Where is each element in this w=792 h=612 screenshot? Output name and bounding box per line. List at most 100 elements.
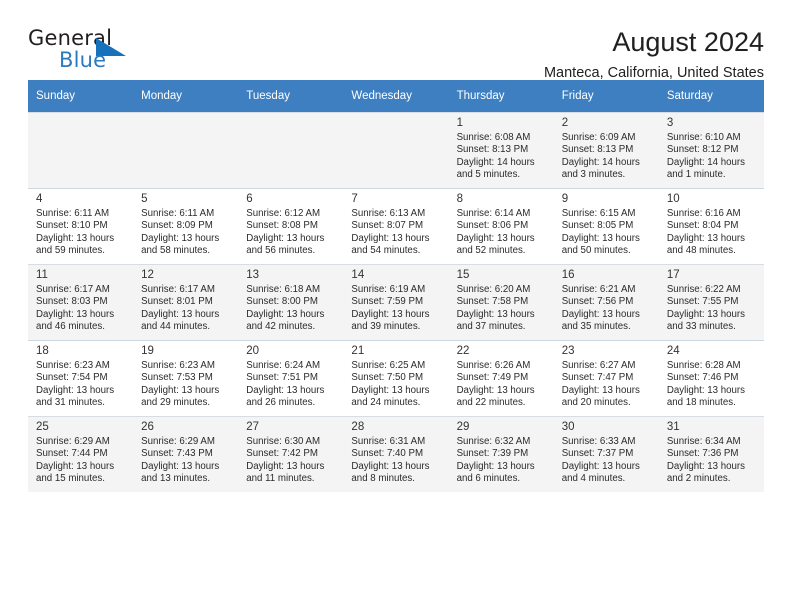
weekday-header-saturday: Saturday bbox=[658, 80, 764, 112]
calendar-day-cell[interactable]: 28 Sunrise: 6:31 AM Sunset: 7:40 PM Dayligh… bbox=[343, 416, 449, 492]
daylight-duration-line2: and 37 minutes. bbox=[456, 321, 526, 333]
day-cell-content: 23 Sunrise: 6:27 AM Sunset: 7:47 PM Dayligh… bbox=[553, 340, 659, 416]
daylight-duration-line1: Daylight: 13 hours bbox=[351, 384, 430, 396]
daylight-duration-line1: Daylight: 13 hours bbox=[456, 308, 535, 320]
sunset-time: Sunset: 8:06 PM bbox=[456, 220, 529, 232]
daylight-duration-line1: Daylight: 13 hours bbox=[561, 460, 640, 472]
calendar-day-cell[interactable]: 27 Sunrise: 6:30 AM Sunset: 7:42 PM Dayligh… bbox=[238, 416, 344, 492]
page-subtitle: Manteca, California, United States bbox=[543, 65, 764, 82]
calendar-day-cell[interactable]: 13 Sunrise: 6:18 AM Sunset: 8:00 PM Dayligh… bbox=[238, 264, 344, 340]
calendar-day-cell[interactable]: 22 Sunrise: 6:26 AM Sunset: 7:49 PM Dayligh… bbox=[448, 340, 554, 416]
calendar-day-cell[interactable]: 9 Sunrise: 6:15 AM Sunset: 8:05 PM Daylight… bbox=[553, 188, 659, 264]
sunrise-time: Sunrise: 6:33 AM bbox=[561, 436, 636, 447]
sunrise-time: Sunrise: 6:09 AM bbox=[561, 132, 636, 143]
daylight-duration-line1: Daylight: 13 hours bbox=[36, 460, 115, 472]
daylight-duration-line1: Daylight: 13 hours bbox=[456, 460, 535, 472]
calendar-day-cell[interactable]: 15 Sunrise: 6:20 AM Sunset: 7:58 PM Dayligh… bbox=[448, 264, 554, 340]
daylight-duration-line1: Daylight: 13 hours bbox=[141, 460, 220, 472]
sunset-time: Sunset: 8:13 PM bbox=[561, 144, 634, 156]
sunrise-time: Sunrise: 6:20 AM bbox=[456, 284, 531, 295]
daylight-duration-line1: Daylight: 13 hours bbox=[666, 232, 745, 244]
sunrise-time: Sunrise: 6:24 AM bbox=[246, 360, 321, 371]
sunrise-time: Sunrise: 6:21 AM bbox=[561, 284, 636, 295]
sunrise-time: Sunrise: 6:13 AM bbox=[351, 208, 426, 219]
daylight-duration-line1: Daylight: 13 hours bbox=[36, 384, 115, 396]
day-number: 21 bbox=[351, 345, 365, 357]
sunrise-time: Sunrise: 6:23 AM bbox=[141, 360, 215, 371]
sunrise-time: Sunrise: 6:11 AM bbox=[141, 208, 215, 219]
calendar-day-cell bbox=[238, 112, 344, 188]
calendar-day-cell[interactable]: 2 Sunrise: 6:09 AM Sunset: 8:13 PM Daylight… bbox=[553, 112, 659, 188]
daylight-duration-line2: and 52 minutes. bbox=[456, 245, 526, 257]
day-number: 28 bbox=[351, 421, 365, 433]
day-details: Sunrise: 6:11 AM Sunset: 8:09 PM Daylight:… bbox=[141, 208, 231, 258]
day-details: Sunrise: 6:17 AM Sunset: 8:01 PM Daylight:… bbox=[141, 284, 231, 334]
calendar-day-cell[interactable]: 5 Sunrise: 6:11 AM Sunset: 8:09 PM Daylight… bbox=[133, 188, 239, 264]
day-number: 8 bbox=[456, 193, 463, 205]
day-details: Sunrise: 6:13 AM Sunset: 8:07 PM Daylight:… bbox=[351, 208, 441, 258]
day-cell-content: 11 Sunrise: 6:17 AM Sunset: 8:03 PM Dayligh… bbox=[28, 264, 134, 340]
calendar-day-cell[interactable]: 19 Sunrise: 6:23 AM Sunset: 7:53 PM Dayligh… bbox=[133, 340, 239, 416]
calendar-day-cell[interactable]: 24 Sunrise: 6:28 AM Sunset: 7:46 PM Dayligh… bbox=[658, 340, 764, 416]
daylight-duration-line2: and 1 minute. bbox=[666, 169, 726, 181]
daylight-duration-line2: and 50 minutes. bbox=[561, 245, 631, 257]
day-cell-content: 18 Sunrise: 6:23 AM Sunset: 7:54 PM Dayligh… bbox=[28, 340, 134, 416]
calendar-day-cell bbox=[343, 112, 449, 188]
calendar-day-cell[interactable]: 23 Sunrise: 6:27 AM Sunset: 7:47 PM Dayligh… bbox=[553, 340, 659, 416]
sunset-time: Sunset: 8:10 PM bbox=[36, 220, 108, 232]
day-cell-content bbox=[343, 112, 449, 188]
calendar-day-cell[interactable]: 25 Sunrise: 6:29 AM Sunset: 7:44 PM Dayligh… bbox=[28, 416, 134, 492]
day-number: 1 bbox=[456, 117, 463, 129]
daylight-duration-line1: Daylight: 13 hours bbox=[246, 384, 325, 396]
calendar-day-cell[interactable]: 8 Sunrise: 6:14 AM Sunset: 8:06 PM Daylight… bbox=[448, 188, 554, 264]
general-blue-logo[interactable]: General Blue bbox=[28, 26, 158, 78]
day-number: 6 bbox=[246, 193, 253, 205]
calendar-day-cell[interactable]: 18 Sunrise: 6:23 AM Sunset: 7:54 PM Dayligh… bbox=[28, 340, 134, 416]
calendar-day-cell[interactable]: 30 Sunrise: 6:33 AM Sunset: 7:37 PM Dayligh… bbox=[553, 416, 659, 492]
calendar-day-cell[interactable]: 17 Sunrise: 6:22 AM Sunset: 7:55 PM Dayligh… bbox=[658, 264, 764, 340]
calendar-day-cell[interactable]: 3 Sunrise: 6:10 AM Sunset: 8:12 PM Daylight… bbox=[658, 112, 764, 188]
day-cell-content bbox=[28, 112, 134, 188]
daylight-duration-line2: and 13 minutes. bbox=[141, 473, 211, 485]
daylight-duration-line2: and 26 minutes. bbox=[246, 397, 316, 409]
sunset-time: Sunset: 7:55 PM bbox=[666, 296, 739, 308]
day-cell-content: 30 Sunrise: 6:33 AM Sunset: 7:37 PM Dayligh… bbox=[553, 416, 659, 492]
day-cell-content: 31 Sunrise: 6:34 AM Sunset: 7:36 PM Dayligh… bbox=[658, 416, 764, 492]
day-details: Sunrise: 6:32 AM Sunset: 7:39 PM Daylight:… bbox=[457, 436, 547, 486]
day-details: Sunrise: 6:08 AM Sunset: 8:13 PM Daylight:… bbox=[457, 132, 547, 182]
calendar-day-cell[interactable]: 4 Sunrise: 6:11 AM Sunset: 8:10 PM Daylight… bbox=[28, 188, 134, 264]
sunrise-time: Sunrise: 6:14 AM bbox=[456, 208, 531, 219]
day-number: 15 bbox=[456, 269, 470, 281]
day-cell-content: 6 Sunrise: 6:12 AM Sunset: 8:08 PM Daylight… bbox=[238, 188, 344, 264]
calendar-day-cell[interactable]: 12 Sunrise: 6:17 AM Sunset: 8:01 PM Dayligh… bbox=[133, 264, 239, 340]
sunset-time: Sunset: 8:04 PM bbox=[666, 220, 739, 232]
daylight-duration-line1: Daylight: 13 hours bbox=[666, 384, 745, 396]
day-number: 26 bbox=[141, 421, 154, 433]
daylight-duration-line2: and 3 minutes. bbox=[561, 169, 626, 181]
day-number: 2 bbox=[561, 117, 569, 129]
calendar-day-cell[interactable]: 1 Sunrise: 6:08 AM Sunset: 8:13 PM Daylight… bbox=[448, 112, 554, 188]
day-details: Sunrise: 6:14 AM Sunset: 8:06 PM Daylight:… bbox=[457, 208, 547, 258]
daylight-duration-line2: and 11 minutes. bbox=[246, 473, 315, 485]
day-cell-content: 4 Sunrise: 6:11 AM Sunset: 8:10 PM Daylight… bbox=[28, 188, 134, 264]
daylight-duration-line1: Daylight: 13 hours bbox=[351, 232, 430, 244]
sunrise-time: Sunrise: 6:29 AM bbox=[36, 436, 110, 447]
calendar-day-cell[interactable]: 7 Sunrise: 6:13 AM Sunset: 8:07 PM Daylight… bbox=[343, 188, 449, 264]
sunset-time: Sunset: 8:08 PM bbox=[246, 220, 318, 232]
calendar-day-cell[interactable]: 16 Sunrise: 6:21 AM Sunset: 7:56 PM Dayligh… bbox=[553, 264, 659, 340]
calendar-day-cell[interactable]: 29 Sunrise: 6:32 AM Sunset: 7:39 PM Dayligh… bbox=[448, 416, 554, 492]
calendar-day-cell[interactable]: 11 Sunrise: 6:17 AM Sunset: 8:03 PM Dayligh… bbox=[28, 264, 134, 340]
calendar-day-cell[interactable]: 10 Sunrise: 6:16 AM Sunset: 8:04 PM Dayligh… bbox=[658, 188, 764, 264]
day-details: Sunrise: 6:10 AM Sunset: 8:12 PM Daylight:… bbox=[667, 132, 757, 182]
daylight-duration-line1: Daylight: 13 hours bbox=[246, 460, 325, 472]
calendar-day-cell[interactable]: 20 Sunrise: 6:24 AM Sunset: 7:51 PM Dayligh… bbox=[238, 340, 344, 416]
calendar-day-cell[interactable]: 31 Sunrise: 6:34 AM Sunset: 7:36 PM Dayligh… bbox=[658, 416, 764, 492]
sunset-time: Sunset: 7:36 PM bbox=[666, 448, 739, 460]
calendar-day-cell[interactable]: 14 Sunrise: 6:19 AM Sunset: 7:59 PM Dayligh… bbox=[343, 264, 449, 340]
calendar-day-cell[interactable]: 6 Sunrise: 6:12 AM Sunset: 8:08 PM Daylight… bbox=[238, 188, 344, 264]
sunset-time: Sunset: 7:59 PM bbox=[351, 296, 424, 308]
calendar-day-cell[interactable]: 26 Sunrise: 6:29 AM Sunset: 7:43 PM Dayligh… bbox=[133, 416, 239, 492]
day-cell-content: 1 Sunrise: 6:08 AM Sunset: 8:13 PM Daylight… bbox=[448, 112, 554, 188]
calendar-day-cell[interactable]: 21 Sunrise: 6:25 AM Sunset: 7:50 PM Dayligh… bbox=[343, 340, 449, 416]
sunset-time: Sunset: 8:09 PM bbox=[141, 220, 213, 232]
